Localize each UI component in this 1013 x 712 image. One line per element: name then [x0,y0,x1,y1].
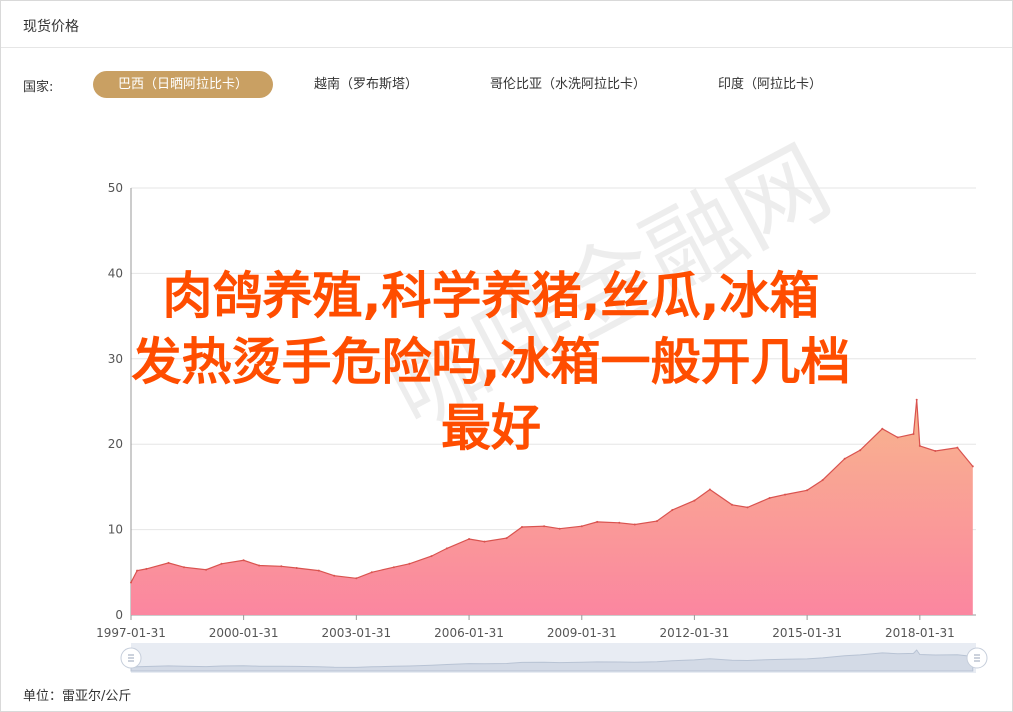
data-point [784,493,786,496]
price-panel: 现货价格 国家: 巴西（日晒阿拉比卡） 越南（罗布斯塔） 哥伦比亚（水洗阿拉比卡… [0,0,1013,712]
data-point [392,566,395,569]
data-point [821,479,824,482]
overlay-line-1: 肉鸽养殖,科学养猪,丝瓜,冰箱 [162,267,820,325]
data-point [768,497,771,499]
data-point [333,574,336,577]
data-point [295,567,298,569]
data-point [136,569,139,572]
data-point [655,520,658,523]
overlay-line-3: 最好 [441,399,541,457]
data-point [445,547,448,550]
data-point [145,567,148,570]
data-point [806,489,809,492]
data-point [242,559,245,562]
data-point [205,568,208,571]
data-point [731,503,733,506]
zoom-handle-left[interactable] [120,647,142,669]
data-point [633,523,636,526]
zoom-handle-right[interactable] [966,647,988,669]
unit-label: 单位：雷亚尔/公斤 [23,689,132,704]
data-point [558,527,561,530]
x-tick-label: 2006-01-31 [434,626,504,640]
x-tick-label: 2018-01-31 [885,626,955,640]
x-tick-label: 2000-01-31 [209,626,279,640]
data-point [468,538,471,540]
y-tick-label: 0 [115,608,123,622]
data-point [521,526,523,528]
data-point [355,577,358,580]
data-point [370,571,373,574]
data-point [971,465,974,468]
y-tick-label: 50 [108,181,123,195]
x-tick-label: 2009-01-31 [547,626,617,640]
data-point [618,521,621,524]
data-point [280,565,283,568]
data-point [430,555,433,558]
data-point [671,509,674,511]
x-tick-label: 2015-01-31 [772,626,842,640]
x-tick-label: 1997-01-31 [96,626,166,640]
data-point [167,561,170,564]
overlay-headline: 肉鸽养殖,科学养猪,丝瓜,冰箱 发热烫手危险吗,冰箱一般开几档 最好 [11,263,971,461]
data-point [408,562,411,565]
data-point [130,581,132,584]
data-point [317,569,320,572]
data-point [483,540,486,543]
data-point [258,564,261,567]
data-point [580,525,583,528]
y-tick-label: 10 [108,523,123,537]
data-point [183,566,185,569]
overlay-line-2: 发热烫手危险吗,冰箱一般开几档 [131,333,851,391]
data-point [543,525,546,528]
data-point [505,537,508,540]
data-point [746,506,749,509]
data-point [693,499,696,502]
x-tick-label: 2012-01-31 [660,626,730,640]
data-point [220,562,223,565]
data-point [708,488,711,491]
data-point [596,520,599,523]
x-tick-label: 2003-01-31 [321,626,391,640]
